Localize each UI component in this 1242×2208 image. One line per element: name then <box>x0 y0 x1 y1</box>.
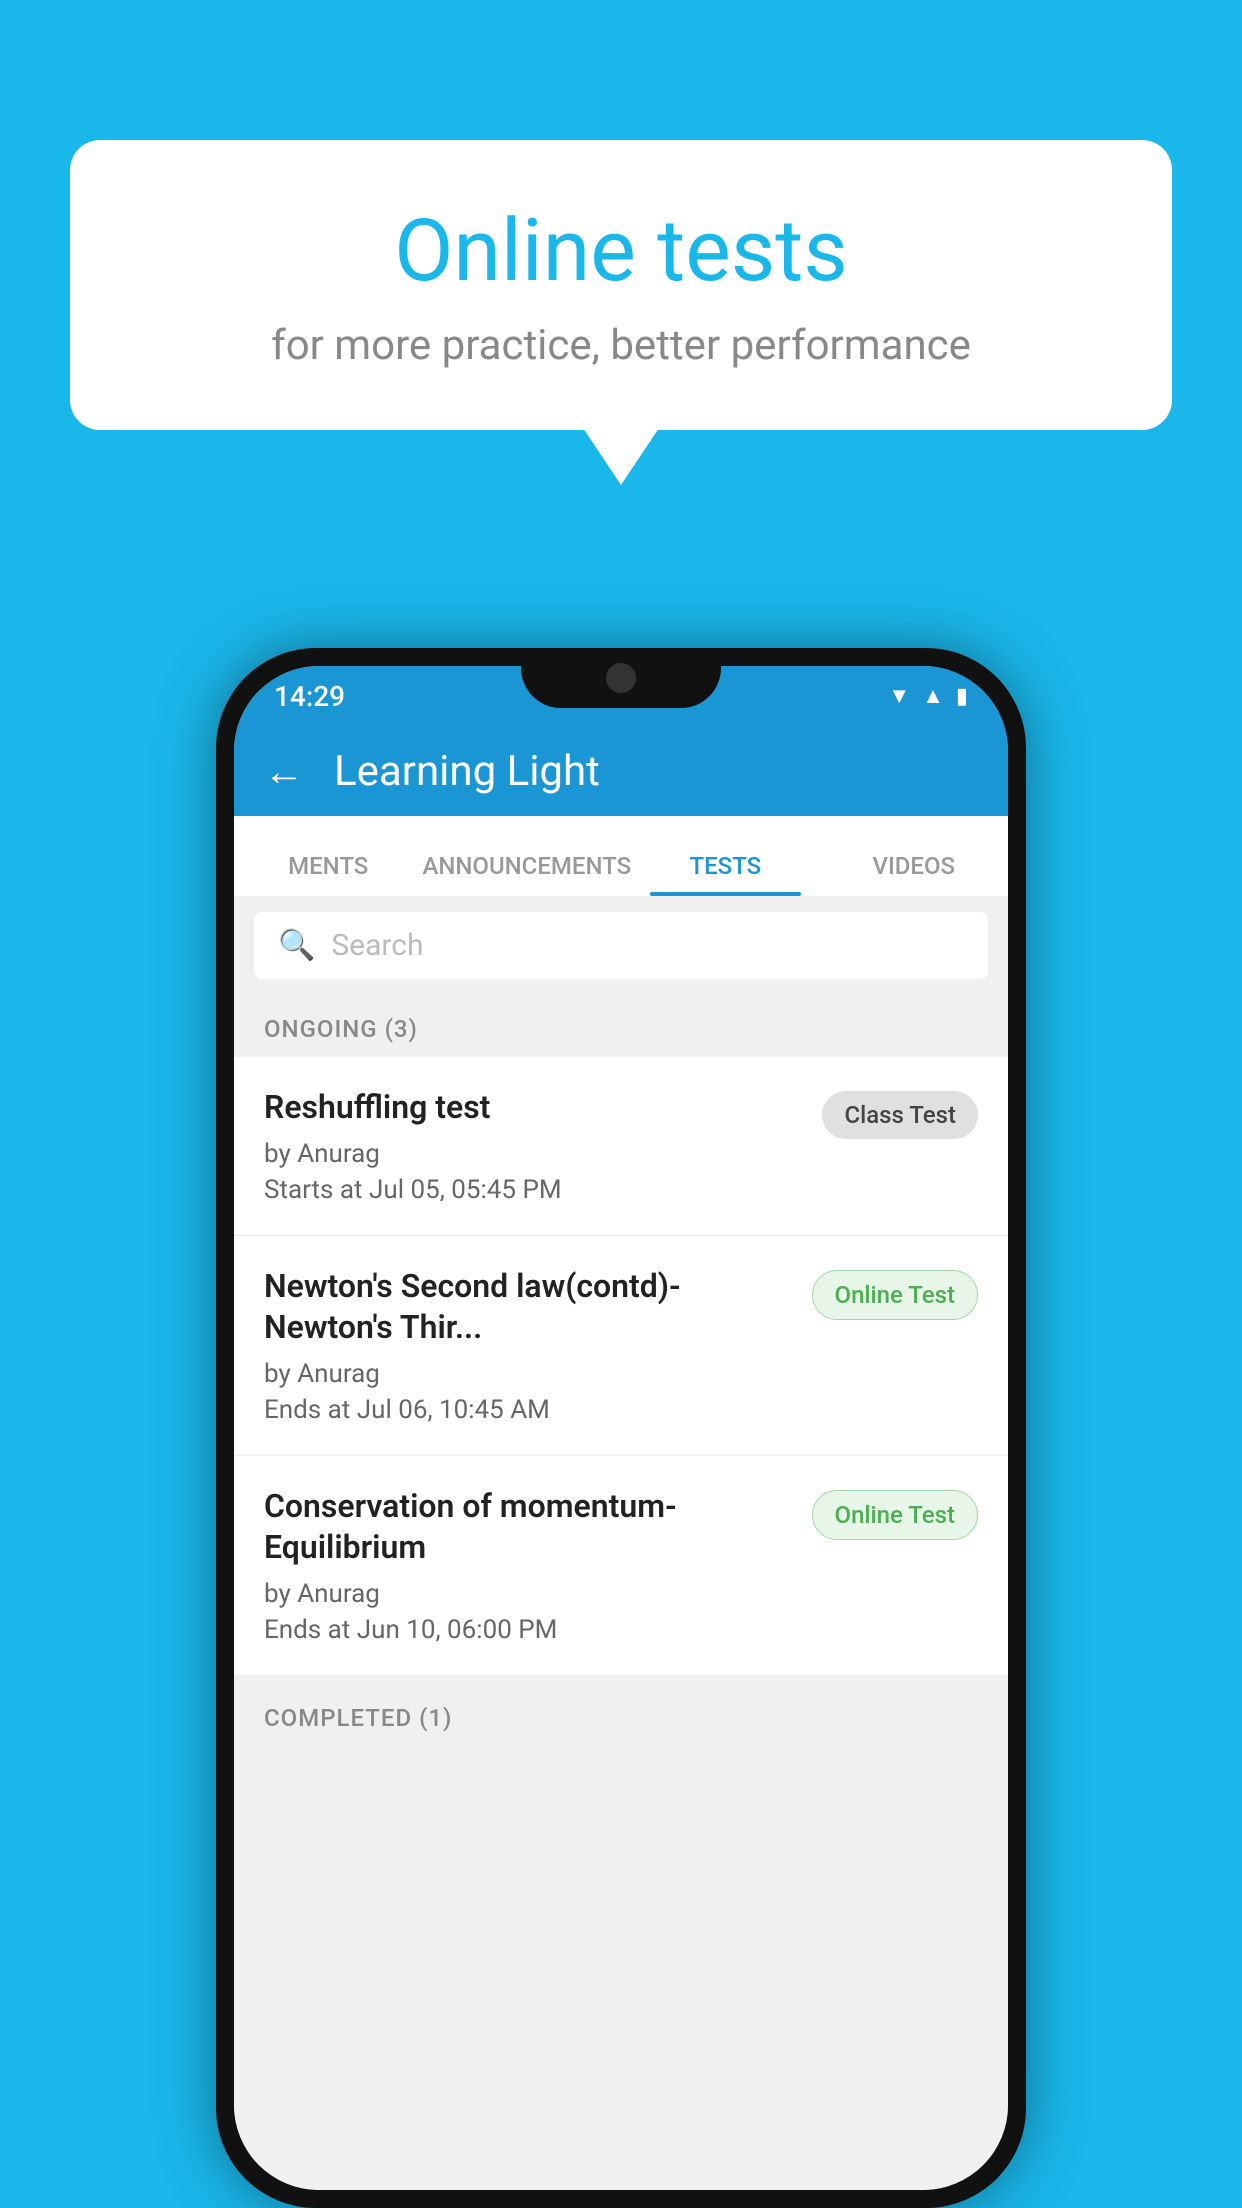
search-bar[interactable]: 🔍 Search <box>254 912 988 979</box>
test-time-reshuffling: Starts at Jul 05, 05:45 PM <box>264 1175 802 1205</box>
status-time: 14:29 <box>274 680 345 713</box>
bubble-title: Online tests <box>150 200 1092 301</box>
ongoing-section-header: ONGOING (3) <box>234 995 1008 1057</box>
tabs-bar: MENTS ANNOUNCEMENTS TESTS VIDEOS <box>234 816 1008 896</box>
status-icons: ▼ ▲ ▮ <box>888 683 968 709</box>
bubble-subtitle: for more practice, better performance <box>150 321 1092 370</box>
test-card-conservation[interactable]: Conservation of momentum-Equilibrium by … <box>234 1456 1008 1676</box>
tab-videos[interactable]: VIDEOS <box>820 852 1008 896</box>
test-author-newton: by Anurag <box>264 1359 792 1389</box>
test-badge-newton: Online Test <box>812 1270 978 1320</box>
search-placeholder: Search <box>331 928 423 963</box>
phone-screen: 14:29 ▼ ▲ ▮ ← Learning Light MENTS ANNOU… <box>234 666 1008 2190</box>
signal-icon: ▲ <box>922 683 944 709</box>
test-title-conservation: Conservation of momentum-Equilibrium <box>264 1486 792 1569</box>
test-card-newton[interactable]: Newton's Second law(contd)-Newton's Thir… <box>234 1236 1008 1456</box>
test-card-reshuffling[interactable]: Reshuffling test by Anurag Starts at Jul… <box>234 1057 1008 1236</box>
tab-tests[interactable]: TESTS <box>631 852 819 896</box>
test-badge-reshuffling: Class Test <box>822 1091 978 1139</box>
battery-icon: ▮ <box>956 684 968 709</box>
completed-section-header: COMPLETED (1) <box>234 1684 1008 1746</box>
phone-camera <box>606 663 636 693</box>
speech-bubble: Online tests for more practice, better p… <box>70 140 1172 430</box>
promo-area: Online tests for more practice, better p… <box>70 140 1172 430</box>
test-badge-conservation: Online Test <box>812 1490 978 1540</box>
test-author-conservation: by Anurag <box>264 1579 792 1609</box>
phone-notch <box>521 648 721 708</box>
test-author-reshuffling: by Anurag <box>264 1139 802 1169</box>
test-time-conservation: Ends at Jun 10, 06:00 PM <box>264 1615 792 1645</box>
content-area: ONGOING (3) Reshuffling test by Anurag S… <box>234 995 1008 2190</box>
test-time-newton: Ends at Jul 06, 10:45 AM <box>264 1395 792 1425</box>
app-title: Learning Light <box>334 747 600 796</box>
search-icon: 🔍 <box>278 928 315 963</box>
phone-outer: 14:29 ▼ ▲ ▮ ← Learning Light MENTS ANNOU… <box>216 648 1026 2208</box>
test-info-conservation: Conservation of momentum-Equilibrium by … <box>264 1486 792 1645</box>
test-title-reshuffling: Reshuffling test <box>264 1087 802 1129</box>
tab-announcements[interactable]: ANNOUNCEMENTS <box>422 852 631 896</box>
tab-ments[interactable]: MENTS <box>234 852 422 896</box>
test-info-newton: Newton's Second law(contd)-Newton's Thir… <box>264 1266 792 1425</box>
test-info-reshuffling: Reshuffling test by Anurag Starts at Jul… <box>264 1087 802 1205</box>
phone-device: 14:29 ▼ ▲ ▮ ← Learning Light MENTS ANNOU… <box>216 648 1026 2208</box>
app-header: ← Learning Light <box>234 726 1008 816</box>
search-container: 🔍 Search <box>234 896 1008 995</box>
back-button[interactable]: ← <box>264 748 304 795</box>
wifi-icon: ▼ <box>888 683 910 709</box>
test-title-newton: Newton's Second law(contd)-Newton's Thir… <box>264 1266 792 1349</box>
